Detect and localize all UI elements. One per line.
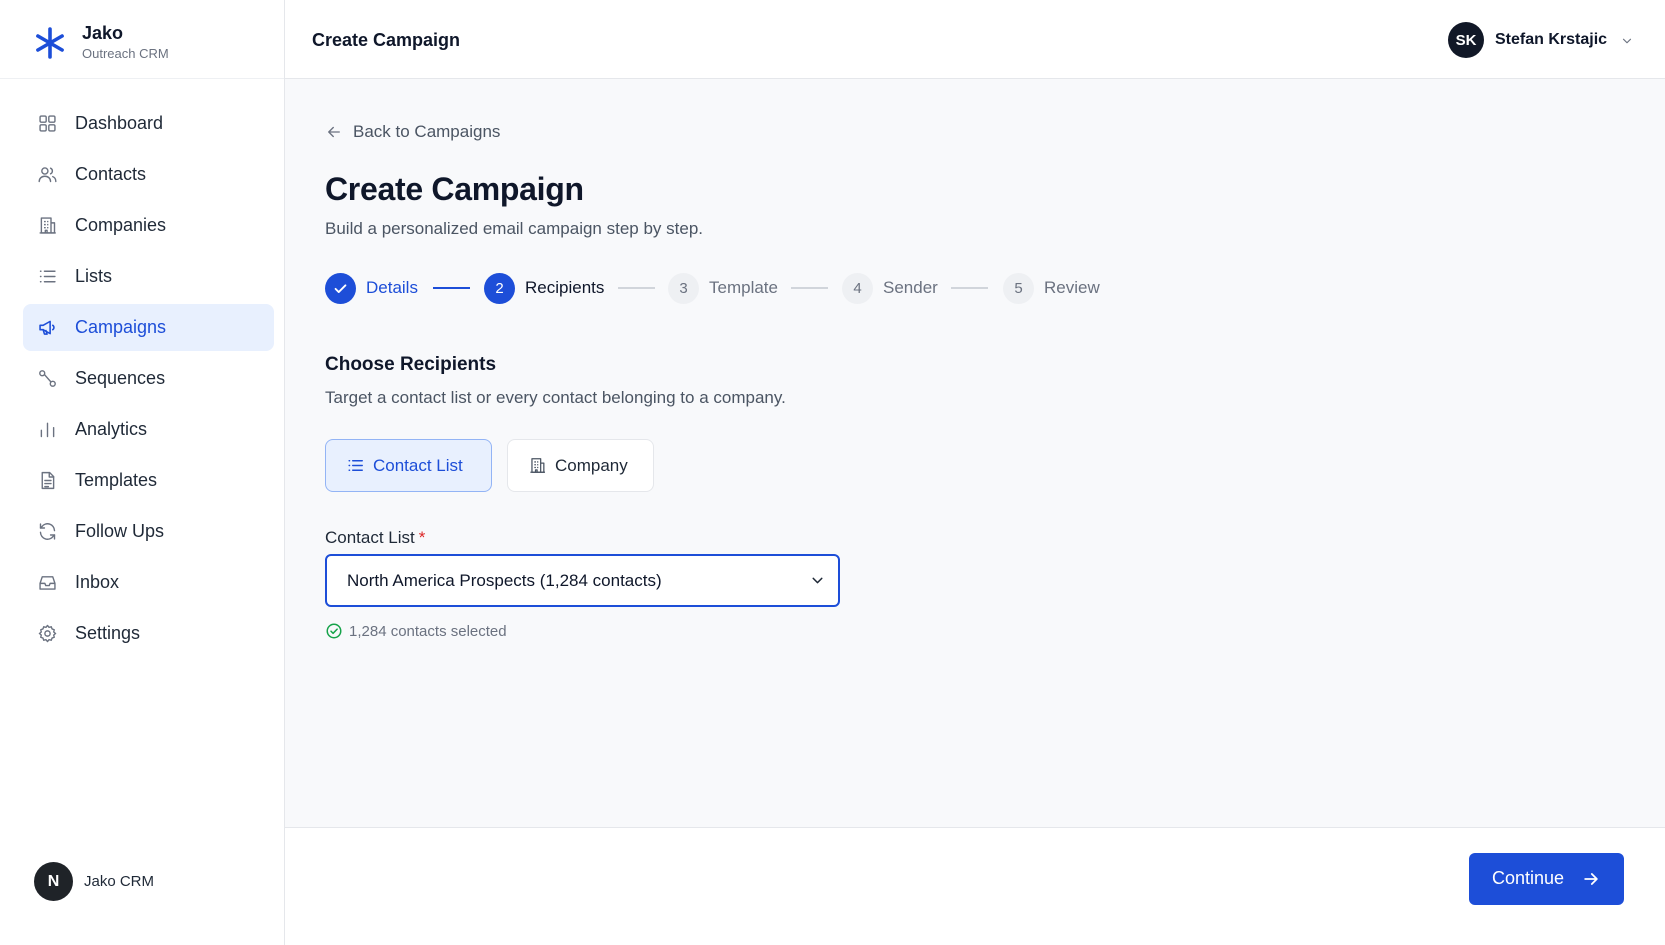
- sidebar-item-label: Templates: [75, 470, 158, 490]
- field-label-text: Contact List: [325, 528, 415, 547]
- toggle-label: Contact List: [373, 455, 463, 475]
- topbar: Create Campaign SK Stefan Krstajic: [285, 0, 1665, 79]
- continue-label: Continue: [1492, 868, 1565, 888]
- action-bar: Continue: [285, 827, 1665, 945]
- chevron-down-icon: [812, 577, 823, 584]
- step-review[interactable]: 5 Review: [1003, 272, 1100, 304]
- sidebar-item-sequences[interactable]: Sequences: [23, 355, 274, 402]
- step-number: 3: [668, 272, 699, 304]
- refresh-icon: [39, 523, 56, 540]
- step-label: Details: [366, 278, 418, 297]
- user-menu[interactable]: SK Stefan Krstajic: [1448, 22, 1638, 60]
- contact-list-toggle-button[interactable]: Contact List: [325, 439, 492, 492]
- sidebar-item-label: Analytics: [75, 419, 148, 439]
- avatar: SK: [1448, 22, 1484, 58]
- asterisk-logo-icon: [36, 27, 64, 59]
- contact-list-field-label: Contact List *: [325, 528, 425, 548]
- step-connector: [618, 287, 655, 289]
- section-subtitle: Target a contact list or every contact b…: [325, 388, 786, 407]
- building-icon: [530, 458, 546, 473]
- arrow-left-icon: [328, 126, 340, 138]
- workspace-switcher[interactable]: N Jako CRM: [34, 862, 264, 902]
- back-to-campaigns-link[interactable]: Back to Campaigns: [325, 121, 500, 143]
- selected-count-status: 1,284 contacts selected: [325, 622, 507, 640]
- workspace-name: Jako CRM: [84, 873, 155, 890]
- toggle-label: Company: [555, 455, 628, 475]
- section-title: Choose Recipients: [325, 354, 497, 375]
- sidebar: Jako Outreach CRM Dashboard Contacts Com…: [0, 0, 285, 945]
- step-connector: [791, 287, 828, 289]
- sidebar-nav: Dashboard Contacts Companies Lists Campa…: [23, 100, 274, 661]
- step-number: 2: [484, 272, 515, 304]
- check-circle-icon: [326, 623, 342, 639]
- sidebar-item-settings[interactable]: Settings: [23, 610, 274, 657]
- building-icon: [39, 217, 56, 234]
- brand-subtitle: Outreach CRM: [82, 46, 169, 61]
- megaphone-icon: [39, 320, 55, 335]
- step-circle: [325, 272, 356, 304]
- step-label: Recipients: [525, 278, 605, 297]
- sidebar-item-campaigns[interactable]: Campaigns: [23, 304, 274, 351]
- chevron-down-icon: [1622, 38, 1632, 44]
- back-link-label: Back to Campaigns: [353, 122, 501, 141]
- sidebar-item-label: Lists: [75, 266, 113, 286]
- required-marker: *: [418, 528, 426, 547]
- step-template[interactable]: 3 Template: [668, 272, 778, 304]
- step-label: Review: [1044, 278, 1100, 297]
- list-icon: [39, 270, 56, 283]
- users-icon: [38, 167, 57, 183]
- select-value: North America Prospects (1,284 contacts): [347, 571, 662, 590]
- user-name: Stefan Krstajic: [1495, 31, 1608, 48]
- step-number: 5: [1003, 272, 1034, 304]
- sidebar-item-follow-ups[interactable]: Follow Ups: [23, 508, 274, 555]
- sidebar-item-label: Settings: [75, 623, 141, 643]
- step-number: 4: [842, 272, 873, 304]
- grid-icon: [39, 115, 56, 132]
- step-label: Template: [709, 278, 778, 297]
- page-title: Create Campaign: [325, 171, 584, 207]
- avatar: N: [34, 862, 73, 901]
- inbox-icon: [39, 576, 56, 590]
- main-content: Back to Campaigns Create Campaign Build …: [285, 79, 1665, 827]
- step-label: Sender: [883, 278, 938, 297]
- step-details[interactable]: Details: [325, 272, 418, 304]
- sidebar-item-contacts[interactable]: Contacts: [23, 151, 274, 198]
- step-connector: [951, 287, 988, 289]
- brand-header: Jako Outreach CRM: [0, 0, 284, 79]
- continue-button[interactable]: Continue: [1469, 853, 1624, 905]
- step-sender[interactable]: 4 Sender: [842, 272, 938, 304]
- stepper: Details 2 Recipients 3 Template 4 Sender…: [325, 272, 1225, 304]
- sidebar-item-label: Companies: [75, 215, 167, 235]
- sidebar-item-label: Follow Ups: [75, 521, 165, 541]
- file-text-icon: [41, 471, 55, 490]
- page-subtitle: Build a personalized email campaign step…: [325, 219, 703, 238]
- selected-count-text: 1,284 contacts selected: [349, 622, 507, 640]
- sidebar-item-inbox[interactable]: Inbox: [23, 559, 274, 606]
- check-icon: [334, 283, 347, 293]
- sidebar-item-lists[interactable]: Lists: [23, 253, 274, 300]
- list-icon: [348, 460, 363, 471]
- sidebar-item-label: Contacts: [75, 164, 147, 184]
- app-window: Jako Outreach CRM Dashboard Contacts Com…: [0, 0, 1665, 945]
- sidebar-item-analytics[interactable]: Analytics: [23, 406, 274, 453]
- sidebar-item-label: Inbox: [75, 572, 120, 592]
- sidebar-item-companies[interactable]: Companies: [23, 202, 274, 249]
- brand-name: Jako: [82, 23, 124, 43]
- company-toggle-button[interactable]: Company: [507, 439, 654, 492]
- sidebar-item-dashboard[interactable]: Dashboard: [23, 100, 274, 147]
- contact-list-select[interactable]: North America Prospects (1,284 contacts): [325, 554, 840, 607]
- bar-chart-icon: [40, 422, 55, 438]
- route-icon: [39, 370, 56, 387]
- gear-icon: [38, 624, 57, 643]
- step-recipients[interactable]: 2 Recipients: [484, 272, 604, 304]
- step-connector: [433, 287, 470, 289]
- sidebar-item-label: Campaigns: [75, 317, 167, 337]
- sidebar-item-label: Sequences: [75, 368, 166, 388]
- arrow-right-icon: [1584, 873, 1598, 885]
- sidebar-item-templates[interactable]: Templates: [23, 457, 274, 504]
- sidebar-item-label: Dashboard: [75, 113, 164, 133]
- page-header-title: Create Campaign: [312, 30, 461, 50]
